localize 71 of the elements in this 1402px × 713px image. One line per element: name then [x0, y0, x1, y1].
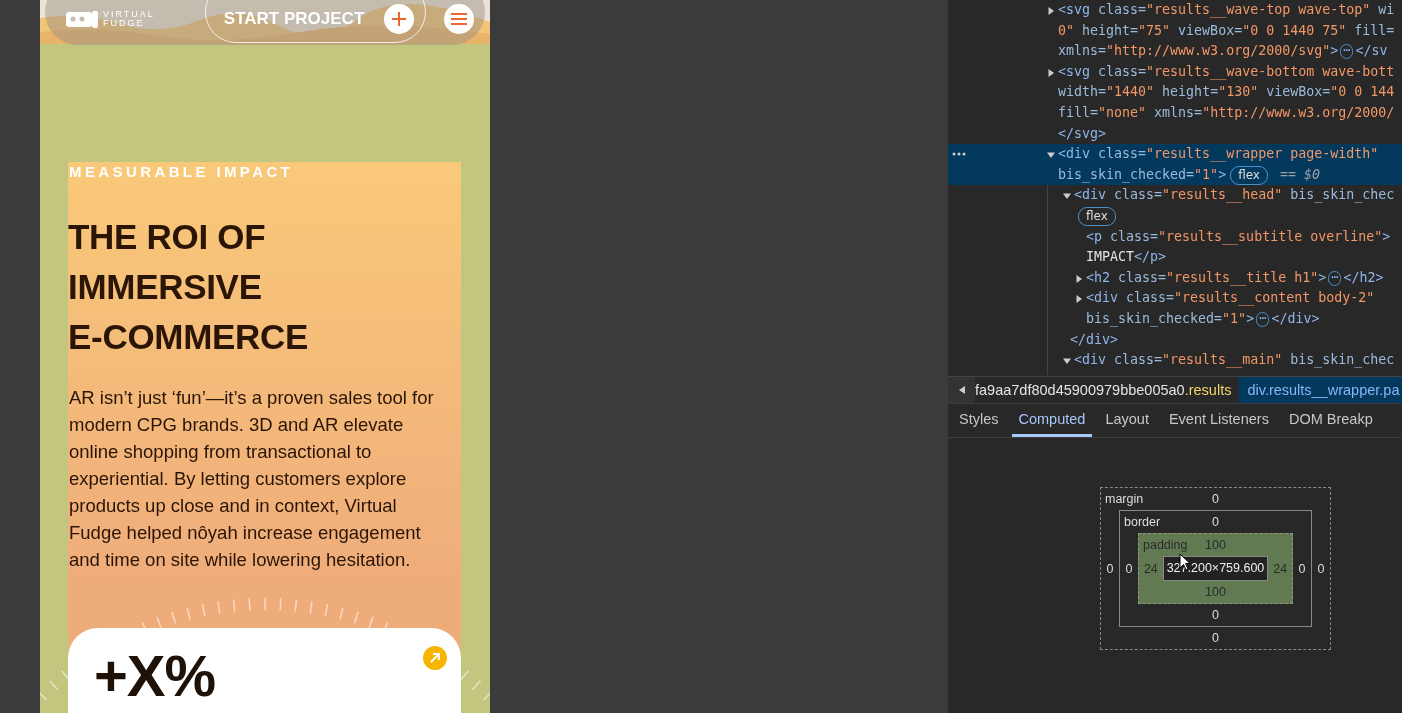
dom-node[interactable]: <svg class="results__wave-top wave-top" wi 0" height="75" viewBox="0 0 1440 75" fill= xmlns="http://www.w3.org/2000/svg"> ⋯ </sv — [948, 0, 1402, 62]
expand-arrow-icon[interactable] — [1047, 7, 1055, 15]
section-title: THE ROI OF IMMERSIVE E-COMMERCE — [68, 216, 310, 358]
dom-node[interactable]: <div class="results__content body-2" bis_skin_checked="1"> ⋯ </div> — [948, 288, 1402, 330]
box-label: margin — [1105, 491, 1144, 507]
plus-icon — [392, 12, 407, 26]
breadcrumb[interactable]: div.results__wrapper.pa — [1239, 377, 1402, 403]
flex-badge[interactable]: flex — [1230, 165, 1268, 185]
box-value: 0 — [1316, 560, 1326, 578]
box-value: 24 — [1142, 560, 1159, 578]
more-icon[interactable] — [952, 152, 966, 157]
code-text: </div> — [1271, 309, 1320, 328]
breadcrumb[interactable]: fa9aa7df80d45900979bbe005a0.results — [975, 377, 1240, 403]
panel-tab[interactable]: DOM Breakp — [1281, 404, 1380, 437]
box-value: 0 — [1211, 491, 1220, 508]
dom-node[interactable]: <h2 class="results__title h1"> ⋯ </h2> — [948, 267, 1402, 289]
code-text: <div class="results__content body-2" — [1086, 289, 1375, 308]
code-text: xmlns="http://www.w3.org/2000/svg"> — [1058, 42, 1339, 61]
panel-tab[interactable]: Styles — [952, 404, 1006, 437]
box-value: 0 — [1124, 560, 1134, 578]
code-text: </h2> — [1343, 268, 1384, 287]
dom-node[interactable]: <p class="results__subtitle overline"> IMPACT</p> — [948, 226, 1402, 268]
dom-node[interactable]: <div class="results__wrapper page-width" bis_skin_checked="1"> flex == $0 — [948, 144, 1402, 186]
box-value: 0 — [1211, 630, 1220, 647]
collapse-arrow-icon[interactable] — [1063, 192, 1071, 201]
stat-value: +X% — [94, 646, 216, 706]
box-value: 0 — [1297, 560, 1307, 578]
collapse-arrow-icon[interactable] — [1047, 151, 1055, 160]
code-text: bis_skin_checked="1"> — [1058, 165, 1227, 185]
code-text: IMPACT</p> — [1086, 248, 1167, 267]
collapse-arrow-icon[interactable] — [1063, 357, 1071, 366]
code-text: 0" height="75" viewBox="0 0 1440 75" fill= — [1058, 21, 1395, 40]
code-text: <svg class="results__wave-top wave-top" wi — [1058, 1, 1395, 20]
scroll-left-button[interactable] — [948, 377, 975, 403]
section-paragraph: AR isn’t just ‘fun’—it’s a proven sales tool for modern CPG brands. 3D and AR elevate online shopping from transactional to experiential. By letting customers explore products up close and in context, Virtual Fudge helped nôyah increase engagement and time on site while lowering hesitation. — [68, 386, 435, 572]
panel-tab[interactable]: Layout — [1098, 404, 1156, 437]
box-label: border — [1124, 514, 1161, 530]
code-text: <h2 class="results__title h1"> — [1086, 268, 1327, 288]
expand-arrow-icon[interactable] — [1075, 295, 1083, 304]
box-value: 100 — [1204, 537, 1227, 554]
code-text: </div> — [1070, 330, 1119, 349]
expand-arrow-icon[interactable] — [1075, 274, 1083, 283]
flex-badge[interactable]: flex — [1078, 206, 1116, 226]
content-size: 327.200×759.600 — [1162, 556, 1269, 581]
code-text: </sv — [1355, 42, 1388, 61]
code-text: </svg> — [1058, 124, 1107, 143]
menu-icon — [450, 13, 467, 25]
code-text: <div class="results__wrapper page-width" — [1058, 145, 1379, 164]
box-value: 0 — [1211, 607, 1220, 624]
code-text: <div class="results__head" bis_skin_chec — [1074, 186, 1395, 205]
code-text: bis_skin_checked="1"> — [1086, 309, 1255, 329]
panel-tab[interactable]: Event Listeners — [1161, 404, 1276, 437]
dom-node[interactable]: <svg class="results__wave-bottom wave-bott width="1440" height="130" viewBox="0 0 144 fill="none" xmlns="http://www.w3.org/2000/ </svg> — [948, 61, 1402, 145]
dom-node[interactable]: <div class="results__main" bis_skin_chec — [948, 350, 1402, 371]
section-overline: MEASURABLE IMPACT — [68, 162, 295, 182]
code-text: fill="none" xmlns="http://www.w3.org/2000/ — [1058, 103, 1395, 122]
code-text: <p class="results__subtitle overline"> — [1086, 227, 1391, 247]
box-value: 100 — [1204, 584, 1227, 601]
code-text: == $0 — [1279, 165, 1321, 184]
caret-icon — [958, 386, 965, 394]
code-text: <div class="results__main" bis_skin_chec — [1074, 351, 1395, 370]
box-label: padding — [1143, 537, 1188, 553]
code-text: width="1440" height="130" viewBox="0 0 144 — [1058, 83, 1395, 102]
expand-arrow-icon[interactable] — [1047, 68, 1055, 77]
panel-tab[interactable]: Computed — [1011, 404, 1093, 437]
dom-node[interactable]: <div class="results__head" bis_skin_chec flex — [948, 185, 1402, 227]
code-text: <svg class="results__wave-bottom wave-bott — [1058, 62, 1395, 82]
box-value: 0 — [1105, 560, 1115, 578]
headset-icon — [65, 8, 99, 30]
box-value: 0 — [1211, 514, 1220, 531]
box-value: 24 — [1272, 560, 1289, 578]
